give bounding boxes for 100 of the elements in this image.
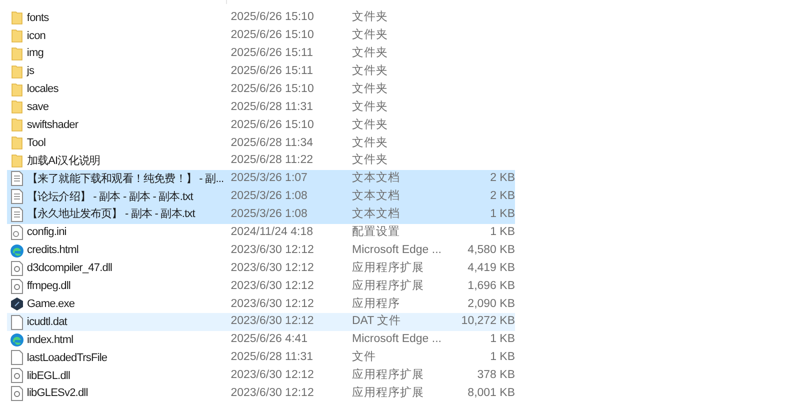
edge-browser-icon bbox=[10, 244, 24, 258]
file-name: Tool bbox=[26, 136, 47, 151]
modified-date: 2025/6/26 15:10 bbox=[230, 118, 315, 133]
file-name: credits.html bbox=[27, 243, 80, 258]
file-type: 文件夹 bbox=[352, 28, 389, 44]
modified-date: 2023/6/30 12:12 bbox=[230, 260, 315, 276]
folder-icon bbox=[10, 118, 23, 132]
file-row[interactable]: 【来了就能下载和观看！纯免费！】 - 副... 2025/3/26 1:07 文本文档 2 KB bbox=[7, 170, 515, 188]
file-type: 应用程序 bbox=[352, 296, 401, 312]
modified-date: 2025/6/28 11:34 bbox=[230, 136, 314, 151]
text-document-icon bbox=[10, 171, 23, 186]
gear-file-icon bbox=[10, 278, 23, 294]
modified-date: 2025/6/26 15:11 bbox=[230, 64, 314, 79]
file-type: 应用程序扩展 bbox=[352, 260, 425, 276]
folder-icon bbox=[10, 28, 23, 43]
file-type: 文件夹 bbox=[352, 82, 389, 97]
modified-date: 2025/6/26 4:41 bbox=[230, 332, 308, 348]
file-type: 文本文档 bbox=[352, 170, 401, 186]
file-name: locales bbox=[26, 82, 60, 98]
gear-file-icon bbox=[10, 386, 23, 402]
file-size: 8,001 KB bbox=[466, 386, 515, 402]
modified-date: 2023/6/30 12:12 bbox=[230, 368, 315, 384]
folder-icon bbox=[10, 64, 23, 79]
file-name: libEGL.dll bbox=[26, 368, 71, 384]
file-type: 文件夹 bbox=[352, 136, 389, 151]
file-type: 文件夹 bbox=[352, 10, 389, 26]
folder-icon bbox=[10, 136, 23, 150]
file-name: icudtl.dat bbox=[26, 314, 68, 330]
file-type: 文件夹 bbox=[352, 152, 389, 168]
file-name: img bbox=[26, 46, 44, 62]
modified-date: 2025/6/28 11:31 bbox=[230, 350, 314, 366]
file-size: 1 KB bbox=[489, 350, 515, 366]
file-size: 4,580 KB bbox=[466, 242, 515, 258]
file-name: 【永久地址发布页】 - 副本 - 副本.txt bbox=[26, 206, 196, 222]
file-name: lastLoadedTrsFile bbox=[26, 350, 108, 366]
modified-date: 2025/6/28 11:22 bbox=[230, 153, 314, 168]
modified-date: 2025/6/26 15:10 bbox=[230, 82, 315, 97]
file-type: 文本文档 bbox=[352, 188, 401, 204]
file-size: 10,272 KB bbox=[461, 314, 516, 330]
text-document-icon bbox=[10, 207, 23, 222]
modified-date: 2025/3/26 1:08 bbox=[230, 207, 308, 222]
file-row[interactable]: icudtl.dat 2023/6/30 12:12 DAT 文件 10,272 KB bbox=[7, 313, 515, 332]
file-type: Microsoft Edge ... bbox=[352, 242, 442, 258]
file-name: config.ini bbox=[26, 225, 68, 240]
folder-icon bbox=[10, 46, 23, 61]
file-name: 【论坛介绍】 - 副本 - 副本 - 副本.txt bbox=[26, 190, 194, 205]
folder-icon bbox=[10, 10, 23, 25]
file-size: 4,419 KB bbox=[466, 260, 515, 276]
file-type: 文件夹 bbox=[352, 118, 389, 133]
modified-date: 2025/6/26 15:10 bbox=[230, 28, 315, 44]
modified-date: 2025/6/26 15:11 bbox=[230, 46, 314, 62]
file-type: 文件夹 bbox=[352, 46, 389, 62]
file-name: 【来了就能下载和观看！纯免费！】 - 副... bbox=[26, 172, 225, 187]
file-size: 1,696 KB bbox=[466, 278, 515, 294]
file-type: DAT 文件 bbox=[352, 314, 402, 330]
file-size: 378 KB bbox=[476, 368, 515, 384]
file-type: 文件 bbox=[352, 350, 377, 366]
file-size: 1 KB bbox=[489, 332, 515, 348]
file-type: 文件夹 bbox=[352, 100, 389, 115]
file-type: 应用程序扩展 bbox=[352, 367, 425, 384]
file-name: js bbox=[26, 64, 36, 80]
file-type: 配置设置 bbox=[352, 224, 401, 240]
file-name: Game.exe bbox=[27, 296, 76, 312]
file-name: icon bbox=[26, 28, 47, 44]
folder-icon bbox=[10, 82, 23, 96]
file-row[interactable]: 【论坛介绍】 - 副本 - 副本 - 副本.txt 2025/3/26 1:08 文本文档 2 KB bbox=[7, 188, 515, 206]
file-name: 加载AI汉化说明 bbox=[26, 154, 102, 169]
file-size: 1 KB bbox=[489, 225, 515, 240]
file-name: swiftshader bbox=[26, 118, 80, 134]
modified-date: 2025/3/26 1:07 bbox=[230, 171, 308, 186]
file-name: d3dcompiler_47.dll bbox=[26, 261, 114, 276]
file-name: save bbox=[26, 100, 50, 116]
file-size: 2 KB bbox=[489, 171, 515, 186]
modified-date: 2024/11/24 4:18 bbox=[230, 225, 314, 240]
file-type: 文本文档 bbox=[352, 206, 401, 222]
file-name: fonts bbox=[26, 10, 50, 26]
file-size: 2 KB bbox=[489, 189, 515, 204]
folder-icon bbox=[10, 100, 23, 114]
gear-file-icon bbox=[10, 260, 23, 276]
file-size: 2,090 KB bbox=[466, 296, 515, 312]
file-name: index.html bbox=[27, 332, 74, 348]
modified-date: 2023/6/30 12:12 bbox=[230, 386, 315, 402]
modified-date: 2023/6/30 12:12 bbox=[230, 296, 315, 312]
file-name: libGLESv2.dll bbox=[26, 386, 89, 402]
gear-file-icon bbox=[10, 368, 23, 384]
file-size: 1 KB bbox=[489, 207, 515, 222]
text-document-icon bbox=[10, 189, 23, 204]
file-type: 应用程序扩展 bbox=[352, 278, 425, 294]
file-row[interactable]: 【永久地址发布页】 - 副本 - 副本.txt 2025/3/26 1:08 文本文档 1 KB bbox=[7, 206, 515, 224]
folder-icon bbox=[10, 154, 23, 168]
file-type: 文件夹 bbox=[352, 64, 389, 79]
modified-date: 2025/3/26 1:08 bbox=[230, 189, 308, 204]
modified-date: 2023/6/30 12:12 bbox=[230, 278, 315, 294]
blank-file-icon bbox=[10, 350, 23, 366]
edge-browser-icon bbox=[10, 332, 24, 347]
modified-date: 2023/6/30 12:12 bbox=[230, 314, 315, 330]
config-file-icon bbox=[10, 225, 23, 240]
file-type: 应用程序扩展 bbox=[352, 385, 425, 402]
game-app-icon bbox=[10, 297, 24, 312]
file-name: ffmpeg.dll bbox=[26, 279, 72, 294]
